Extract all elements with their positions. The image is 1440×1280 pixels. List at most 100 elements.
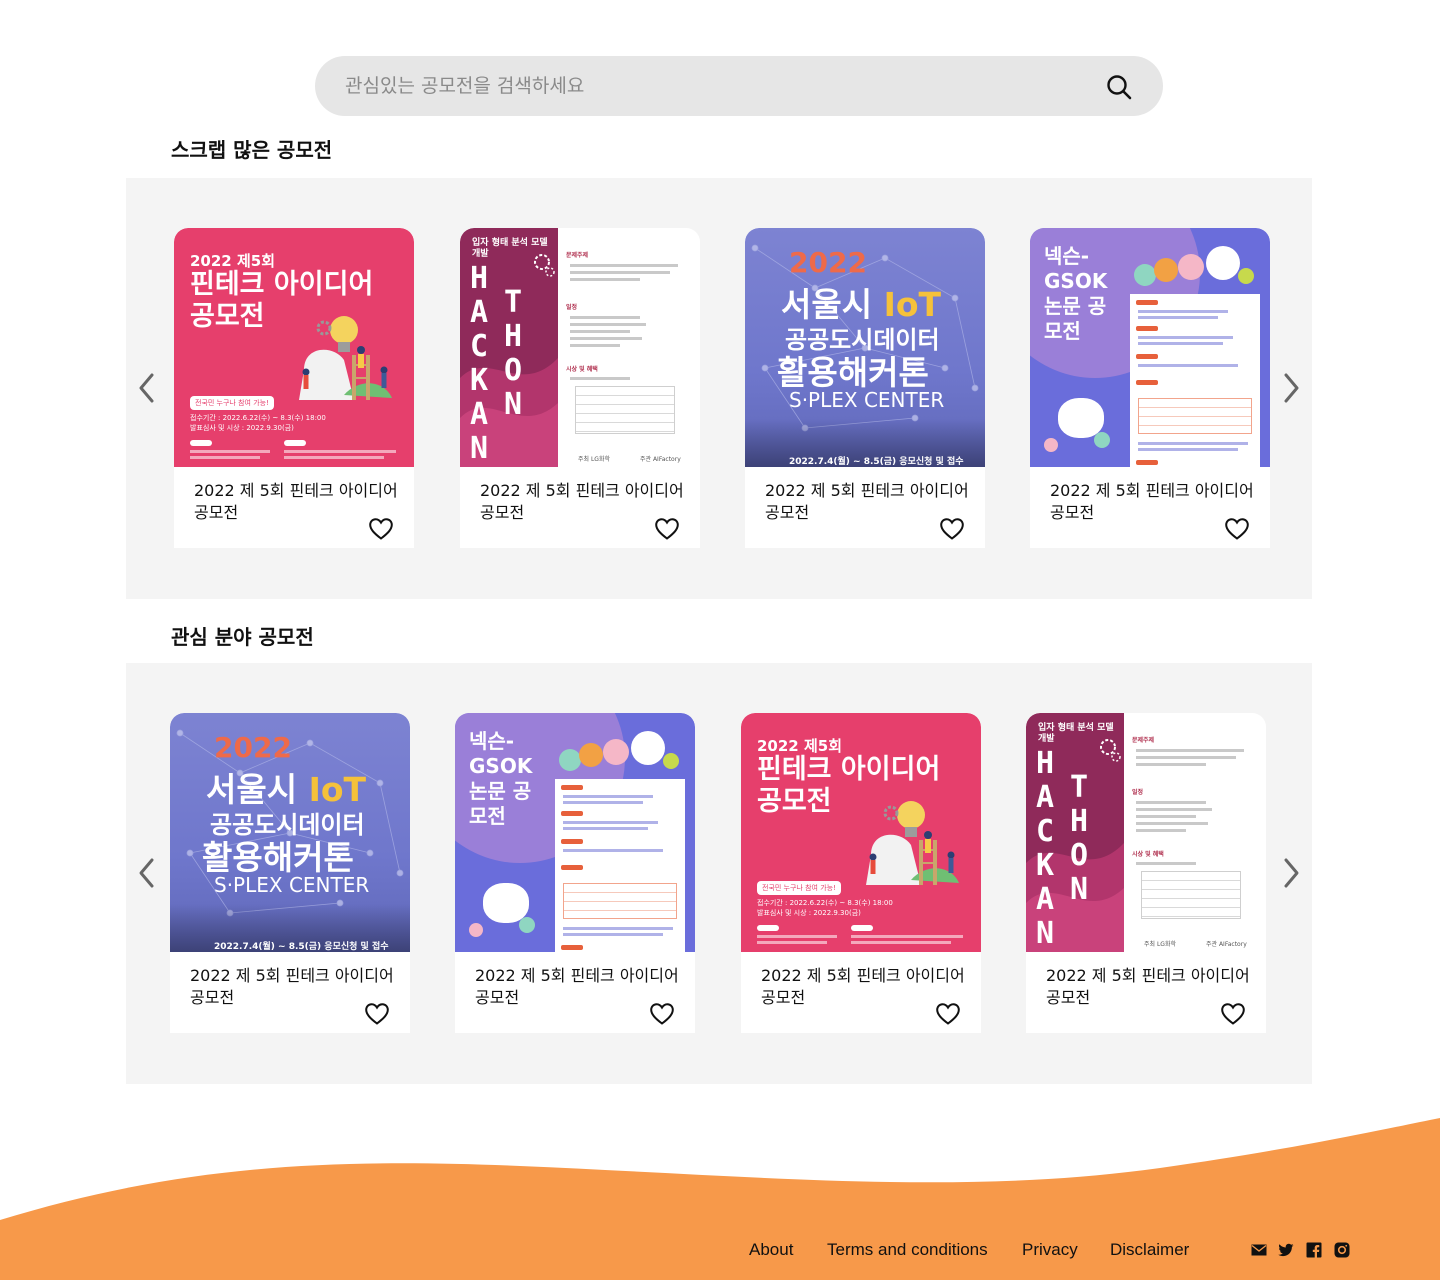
mascot-icon <box>603 739 629 765</box>
poster-table <box>1138 398 1252 434</box>
heart-icon[interactable] <box>654 516 680 542</box>
mascot-icon <box>1238 268 1254 284</box>
heart-icon[interactable] <box>1224 516 1250 542</box>
search-input[interactable] <box>345 56 1085 116</box>
mascot-icon <box>1178 254 1204 280</box>
carousel-popular: 2022 제5회 핀테크 아이디어 공모전 전국민 누구나 참여 가능! 접수기… <box>126 178 1312 599</box>
footer-link-disclaimer[interactable]: Disclaimer <box>1110 1240 1189 1260</box>
contest-card[interactable]: 2022 제5회 핀테크 아이디어 공모전 전국민 누구나 참여 가능! 접수기… <box>741 713 981 1033</box>
twitter-icon[interactable] <box>1278 1242 1294 1258</box>
poster-doc-heading <box>561 945 583 950</box>
footer-link-privacy[interactable]: Privacy <box>1022 1240 1078 1260</box>
contest-card[interactable]: 넥슨-GSOK 논문 공모전 2022 제 5회 핀테크 아이디어 공모전 <box>1030 228 1270 548</box>
poster-table <box>563 883 677 919</box>
poster-text-line <box>1138 342 1223 345</box>
poster-title-city: 서울시 <box>206 770 298 809</box>
poster-tag <box>284 440 306 446</box>
poster-doc-heading <box>1136 300 1158 305</box>
poster-title-line3: 활용해커톤 <box>202 838 354 877</box>
contest-card[interactable]: 2022 서울시 IoT 공공도시데이터 활용해커톤 S·PLEX CENTER… <box>170 713 410 1033</box>
lightbulb-illustration-icon <box>299 316 392 400</box>
poster-text-line <box>570 323 646 326</box>
contest-poster-image: 입자 형태 분석 모델 개발 HACKAN THON 문제주제 일정 시상 및 … <box>460 228 700 467</box>
contest-poster-image: 입자 형태 분석 모델 개발 HACKAN THON 문제주제 일정 시상 및 … <box>1026 713 1266 952</box>
contest-card[interactable]: 2022 서울시 IoT 공공도시데이터 활용해커톤 S·PLEX CENTER… <box>745 228 985 548</box>
poster-text-line <box>1138 316 1218 319</box>
poster-period: 접수기간 : 2022.6.22(수) ~ 8.3(수) 18:00 <box>757 899 893 907</box>
poster-doc-heading <box>1136 354 1158 359</box>
mascot-icon <box>1094 432 1110 448</box>
contest-card[interactable]: 입자 형태 분석 모델 개발 HACKAN THON 문제주제 일정 시상 및 … <box>1026 713 1266 1033</box>
contest-card[interactable]: 2022 제5회 핀테크 아이디어 공모전 전국민 누구나 참여 가능! 접수기… <box>174 228 414 548</box>
poster-title-line4: S·PLEX CENTER <box>789 388 945 412</box>
contest-poster-image: 2022 제5회 핀테크 아이디어 공모전 전국민 누구나 참여 가능! 접수기… <box>741 713 981 952</box>
poster-year: 2022 <box>789 246 867 279</box>
poster-heading: 입자 형태 분석 모델 개발 <box>1038 723 1114 744</box>
footer-link-terms[interactable]: Terms and conditions <box>827 1240 988 1260</box>
poster-doc-heading <box>561 865 583 870</box>
poster-text-line <box>570 278 640 281</box>
contest-card[interactable]: 입자 형태 분석 모델 개발 HACKAN THON 문제주제 일정 시상 및 … <box>460 228 700 548</box>
heart-icon[interactable] <box>649 1001 675 1027</box>
mascot-icon <box>1044 438 1058 452</box>
carousel-next-arrow-icon[interactable] <box>1278 371 1304 405</box>
poster-doc-heading <box>1136 380 1158 385</box>
mascot-icon <box>579 743 603 767</box>
poster-text-line <box>1138 442 1248 445</box>
poster-tag <box>757 925 779 931</box>
heart-icon[interactable] <box>364 1001 390 1027</box>
mascot-icon <box>1154 258 1178 282</box>
instagram-icon[interactable] <box>1334 1242 1350 1258</box>
poster-fine-print <box>757 935 837 938</box>
poster-date: 2022.7.4(월) ~ 8.5(금) 응모신청 및 접수 <box>214 942 389 952</box>
poster-text-line <box>1136 749 1244 752</box>
heart-icon[interactable] <box>935 1001 961 1027</box>
poster-announce: 발표심사 및 시상 : 2022.9.30(금) <box>190 424 294 432</box>
poster-title-line1: 핀테크 아이디어 <box>757 754 941 785</box>
facebook-icon[interactable] <box>1306 1242 1322 1258</box>
section-title-popular: 스크랩 많은 공모전 <box>171 138 333 162</box>
poster-fine-print <box>190 456 260 459</box>
poster-section-heading: 문제주제 <box>566 252 589 259</box>
contest-card[interactable]: 넥슨-GSOK 논문 공모전 2022 제 5회 핀테크 아이디어 공모전 <box>455 713 695 1033</box>
poster-title-city: 서울시 <box>781 285 873 324</box>
poster-section-heading: 일정 <box>1132 789 1144 796</box>
poster-fine-print <box>851 935 963 938</box>
mascot-icon <box>559 749 581 771</box>
poster-doc-heading <box>1136 460 1158 465</box>
poster-text-line <box>563 827 648 830</box>
contest-poster-image: 넥슨-GSOK 논문 공모전 <box>1030 228 1270 467</box>
mail-icon[interactable] <box>1251 1242 1267 1258</box>
poster-badge: 전국민 누구나 참여 가능! <box>190 396 274 410</box>
search-icon[interactable] <box>1105 73 1133 101</box>
poster-doc-heading <box>561 811 583 816</box>
poster-text-line <box>1138 364 1238 367</box>
carousel-prev-arrow-icon[interactable] <box>134 856 160 890</box>
poster-left-band: 입자 형태 분석 모델 개발 HACKAN THON <box>1026 713 1124 952</box>
contest-poster-image: 2022 제5회 핀테크 아이디어 공모전 전국민 누구나 참여 가능! 접수기… <box>174 228 414 467</box>
poster-doc-heading <box>561 839 583 844</box>
poster-text-line <box>1136 822 1208 825</box>
poster-fine-print <box>284 456 384 459</box>
carousel-next-arrow-icon[interactable] <box>1278 856 1304 890</box>
poster-text-line <box>563 927 673 930</box>
heart-icon[interactable] <box>939 516 965 542</box>
carousel-prev-arrow-icon[interactable] <box>134 371 160 405</box>
poster-year: 2022 <box>214 731 292 764</box>
footer: About Terms and conditions Privacy Discl… <box>0 1110 1440 1280</box>
poster-document <box>555 779 685 952</box>
mascot-icon <box>483 883 529 923</box>
poster-title-iot: IoT <box>883 285 942 324</box>
poster-tag <box>190 440 212 446</box>
poster-organizer: 주관 AIFactory <box>640 456 681 463</box>
poster-document <box>1130 294 1260 467</box>
footer-link-about[interactable]: About <box>749 1240 793 1260</box>
poster-title-line3: 활용해커톤 <box>777 353 929 392</box>
heart-icon[interactable] <box>1220 1001 1246 1027</box>
footer-wave <box>0 1118 1440 1280</box>
heart-icon[interactable] <box>368 516 394 542</box>
poster-text-line <box>1136 756 1236 759</box>
poster-title-line2: 공모전 <box>757 786 832 817</box>
poster-announce: 발표심사 및 시상 : 2022.9.30(금) <box>757 909 861 917</box>
poster-text-line <box>570 344 620 347</box>
